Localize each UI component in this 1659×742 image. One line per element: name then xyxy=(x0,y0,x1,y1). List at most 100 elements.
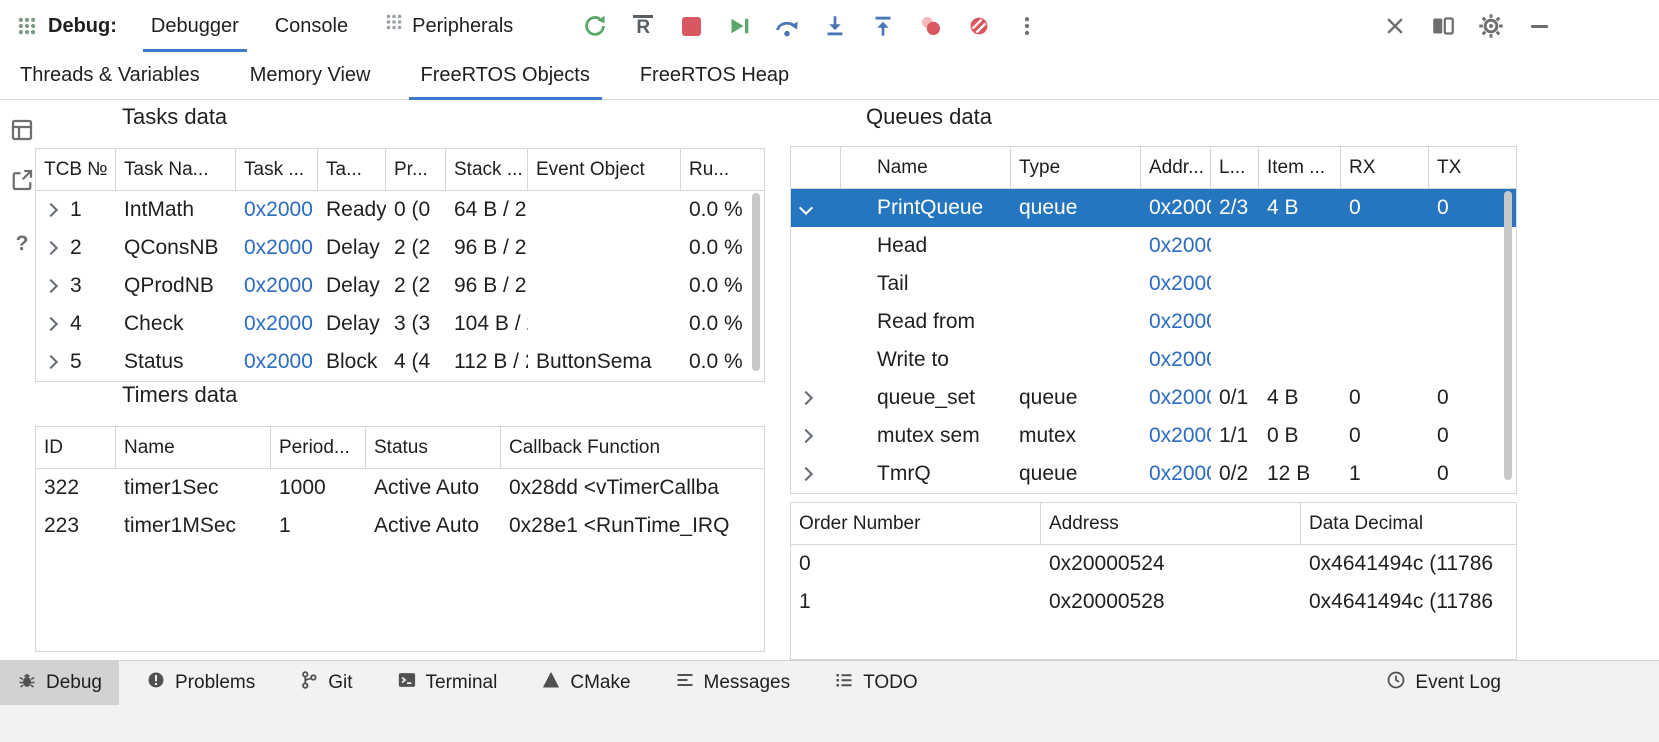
timers-row[interactable]: 322timer1Sec1000Active Auto0x28dd <vTime… xyxy=(36,469,764,507)
tab-freertos-heap[interactable]: FreeRTOS Heap xyxy=(628,52,801,99)
column-header[interactable]: Stack ... xyxy=(446,149,528,190)
restore-layout-icon[interactable] xyxy=(8,116,36,144)
column-header[interactable]: Type xyxy=(1011,147,1141,188)
queue-address-cell[interactable]: 0x2000 xyxy=(1141,234,1211,258)
tasks-row[interactable]: 2QConsNB0x2000Delay2 (296 B / 20.0 % xyxy=(36,229,764,267)
column-header[interactable]: L... xyxy=(1211,147,1259,188)
tasks-row[interactable]: 1IntMath0x2000Ready0 (064 B / 20.0 % xyxy=(36,191,764,229)
expand-chevron-icon[interactable] xyxy=(44,355,58,369)
reset-icon[interactable]: R xyxy=(619,4,667,48)
tasks-row[interactable]: 3QProdNB0x2000Delay2 (296 B / 20.0 % xyxy=(36,267,764,305)
task-handle-cell[interactable]: 0x2000 xyxy=(236,236,318,260)
memory-row[interactable]: 00x200005240x4641494c (11786 xyxy=(791,545,1516,583)
column-header[interactable]: Order Number xyxy=(791,503,1041,544)
queue-row[interactable]: TmrQqueue0x20000/212 B10 xyxy=(791,455,1516,493)
expand-chevron-icon[interactable] xyxy=(44,279,58,293)
task-handle-cell[interactable]: 0x2000 xyxy=(236,350,318,374)
tcb-number: 2 xyxy=(70,236,82,260)
tasks-row[interactable]: 5Status0x2000Block4 (4112 B / 2ButtonSem… xyxy=(36,343,764,381)
expand-chevron-icon[interactable] xyxy=(44,317,58,331)
tasks-scrollbar[interactable] xyxy=(750,193,762,377)
column-header[interactable]: Event Object xyxy=(528,149,681,190)
column-header[interactable]: Callback Function xyxy=(501,427,766,468)
memory-row[interactable]: 10x200005280x4641494c (11786 xyxy=(791,583,1516,621)
task-handle-cell[interactable]: 0x2000 xyxy=(236,274,318,298)
tab-memory-view[interactable]: Memory View xyxy=(238,52,383,99)
column-header[interactable]: Data Decimal xyxy=(1301,503,1516,544)
expand-chevron-icon[interactable] xyxy=(44,241,58,255)
step-out-icon[interactable] xyxy=(859,4,907,48)
column-header[interactable]: TX xyxy=(1429,147,1516,188)
expand-chevron-icon[interactable] xyxy=(799,391,813,405)
settings-icon[interactable] xyxy=(1467,4,1515,48)
stop-icon[interactable] xyxy=(667,4,715,48)
layout-icon[interactable] xyxy=(1419,4,1467,48)
toolwindow-messages[interactable]: Messages xyxy=(658,661,808,705)
step-into-icon[interactable] xyxy=(811,4,859,48)
column-header[interactable]: ID xyxy=(36,427,116,468)
view-breakpoints-icon[interactable] xyxy=(907,4,955,48)
column-header[interactable]: TCB № xyxy=(36,149,116,190)
toolwindow-debug[interactable]: Debug xyxy=(0,661,119,705)
toolwindow-todo[interactable]: TODO xyxy=(817,661,935,705)
more-icon[interactable] xyxy=(1003,4,1051,48)
toolwindow-git[interactable]: Git xyxy=(282,661,369,705)
resume-icon[interactable] xyxy=(715,4,763,48)
queue-address-cell[interactable]: 0x2000 xyxy=(1141,196,1211,220)
queue-detail-row[interactable]: Tail0x2000 xyxy=(791,265,1516,303)
column-header[interactable]: Status xyxy=(366,427,501,468)
drag-handle-icon[interactable] xyxy=(12,4,42,48)
tab-debugger[interactable]: Debugger xyxy=(133,0,257,52)
column-header[interactable]: Pr... xyxy=(386,149,446,190)
column-header[interactable]: Address xyxy=(1041,503,1301,544)
column-header[interactable]: Item ... xyxy=(1259,147,1341,188)
queue-detail-row[interactable]: Head0x2000 xyxy=(791,227,1516,265)
tab-peripherals[interactable]: Peripherals xyxy=(366,0,531,52)
rerun-icon[interactable] xyxy=(571,4,619,48)
queue-row[interactable]: queue_setqueue0x20000/14 B00 xyxy=(791,379,1516,417)
column-header[interactable]: Period... xyxy=(271,427,366,468)
column-header[interactable]: RX xyxy=(1341,147,1429,188)
tab-threads-variables[interactable]: Threads & Variables xyxy=(8,52,212,99)
queue-address-cell[interactable]: 0x2000 xyxy=(1141,348,1211,372)
column-header[interactable]: Name xyxy=(841,147,1011,188)
queue-detail-row[interactable]: Read from0x2000 xyxy=(791,303,1516,341)
expand-chevron-icon[interactable] xyxy=(44,203,58,217)
export-icon[interactable] xyxy=(8,166,36,194)
toolwindow-problems[interactable]: Problems xyxy=(129,661,272,705)
mute-breakpoints-icon[interactable] xyxy=(955,4,1003,48)
timers-table: IDNamePeriod...StatusCallback Function 3… xyxy=(35,426,765,652)
expand-chevron-icon[interactable] xyxy=(799,467,813,481)
column-header[interactable]: Name xyxy=(116,427,271,468)
tab-console[interactable]: Console xyxy=(257,0,366,52)
expand-chevron-icon[interactable] xyxy=(799,429,813,443)
collapse-chevron-icon[interactable] xyxy=(799,201,813,215)
step-over-icon[interactable] xyxy=(763,4,811,48)
task-handle-cell[interactable]: 0x2000 xyxy=(236,312,318,336)
queue-address-cell[interactable]: 0x2000 xyxy=(1141,272,1211,296)
column-header[interactable]: Task ... xyxy=(236,149,318,190)
hide-icon[interactable] xyxy=(1515,4,1563,48)
queue-address-cell[interactable]: 0x2000 xyxy=(1141,462,1211,486)
tab-freertos-objects[interactable]: FreeRTOS Objects xyxy=(409,52,602,99)
column-header[interactable]: Ta... xyxy=(318,149,386,190)
tasks-row[interactable]: 4Check0x2000Delay3 (3104 B / 20.0 % xyxy=(36,305,764,343)
column-header[interactable] xyxy=(791,147,841,188)
toolwindow-cmake[interactable]: CMake xyxy=(524,661,647,705)
help-icon[interactable]: ? xyxy=(8,230,36,258)
column-header[interactable]: Task Na... xyxy=(116,149,236,190)
task-handle-cell[interactable]: 0x2000 xyxy=(236,198,318,222)
queue-address-cell[interactable]: 0x2000 xyxy=(1141,386,1211,410)
queues-scrollbar[interactable] xyxy=(1502,191,1514,489)
queue-address-cell[interactable]: 0x2000 xyxy=(1141,310,1211,334)
toolwindow-terminal[interactable]: Terminal xyxy=(380,661,515,705)
toolwindow-event-log[interactable]: Event Log xyxy=(1378,661,1509,705)
queue-detail-row[interactable]: Write to0x2000 xyxy=(791,341,1516,379)
queue-row[interactable]: mutex semmutex0x20001/10 B00 xyxy=(791,417,1516,455)
queue-address-cell[interactable]: 0x2000 xyxy=(1141,424,1211,448)
timers-row[interactable]: 223timer1MSec1Active Auto0x28e1 <RunTime… xyxy=(36,507,764,545)
queue-row[interactable]: PrintQueuequeue0x20002/34 B00 xyxy=(791,189,1516,227)
close-icon[interactable] xyxy=(1371,4,1419,48)
column-header[interactable]: Ru... xyxy=(681,149,746,190)
column-header[interactable]: Addr... xyxy=(1141,147,1211,188)
